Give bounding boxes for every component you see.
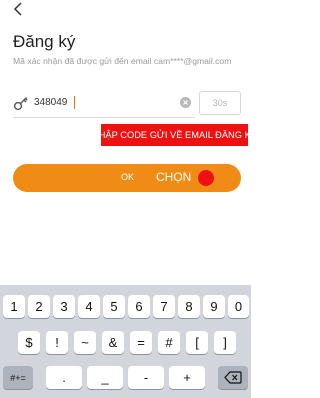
page-title: Đăng ký (13, 32, 76, 51)
key-equals[interactable]: = (130, 331, 152, 354)
key-9[interactable]: 9 (203, 295, 225, 318)
text-caret (74, 96, 75, 109)
choose-annotation: CHỌN (156, 170, 192, 184)
key-underscore[interactable]: _ (87, 366, 123, 389)
backspace-icon (224, 371, 242, 384)
key-right-bracket[interactable]: ] (214, 331, 236, 354)
key-ampersand[interactable]: & (102, 331, 124, 354)
chevron-left-icon (13, 2, 22, 16)
key-0[interactable]: 0 (228, 295, 249, 318)
resend-countdown-button[interactable]: 30s (199, 91, 241, 115)
back-button[interactable] (12, 2, 26, 16)
backspace-key[interactable] (218, 366, 248, 389)
key-symbols-toggle[interactable]: #+= (3, 366, 33, 389)
key-3[interactable]: 3 (53, 295, 75, 318)
key-left-bracket[interactable]: [ (186, 331, 208, 354)
key-2[interactable]: 2 (28, 295, 50, 318)
key-tilde[interactable]: ~ (74, 331, 96, 354)
key-dollar[interactable]: $ (18, 331, 40, 354)
key-hyphen[interactable]: - (128, 366, 164, 389)
verification-code-field[interactable]: 348049 (13, 91, 195, 115)
key-exclamation[interactable]: ! (46, 331, 68, 354)
code-field-underline (13, 117, 195, 118)
key-5[interactable]: 5 (103, 295, 125, 318)
key-icon (13, 97, 28, 111)
tap-indicator-dot (198, 170, 214, 186)
key-7[interactable]: 7 (153, 295, 175, 318)
verification-subtitle: Mã xác nhận đã được gửi đến email cam***… (13, 56, 232, 66)
key-1[interactable]: 1 (3, 295, 25, 318)
key-period[interactable]: . (46, 366, 82, 389)
key-plus[interactable]: + (169, 366, 205, 389)
verification-code-input[interactable]: 348049 (34, 97, 67, 108)
keyboard: 1 2 3 4 5 6 7 8 9 0 $ ! ~ & = # [ ] #+= … (0, 285, 251, 398)
key-hash[interactable]: # (158, 331, 180, 354)
ok-button-label: OK (121, 172, 135, 182)
clear-icon[interactable] (180, 97, 191, 108)
key-8[interactable]: 8 (178, 295, 200, 318)
key-6[interactable]: 6 (128, 295, 150, 318)
key-4[interactable]: 4 (78, 295, 100, 318)
instruction-annotation: NHẬP CODE GỬI VỀ EMAIL ĐĂNG KÝ (92, 124, 257, 146)
